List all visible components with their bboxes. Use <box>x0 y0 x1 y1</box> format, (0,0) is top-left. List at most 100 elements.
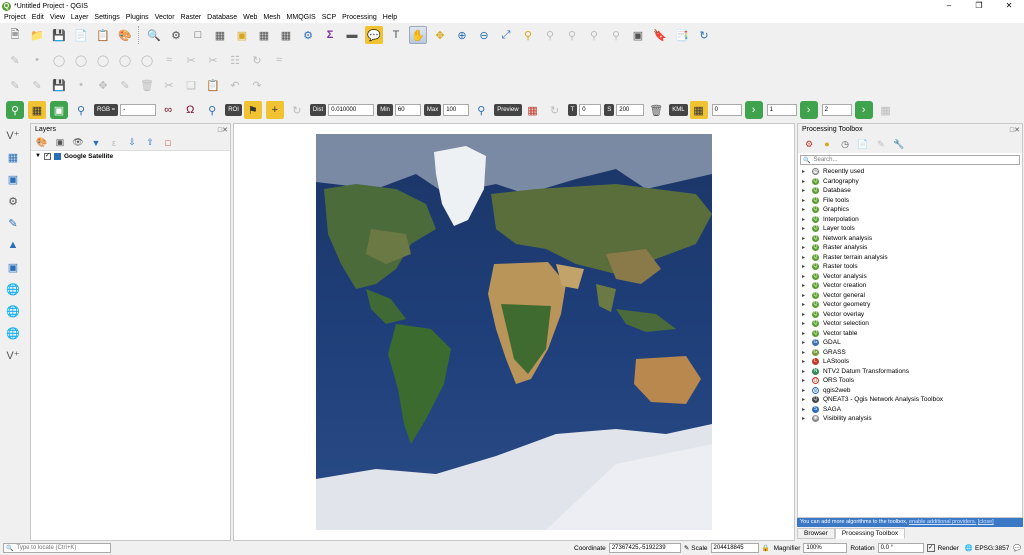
scp-grid-icon[interactable]: ▦ <box>689 101 708 119</box>
results-viewer-icon[interactable]: 📄 <box>856 137 870 151</box>
expand-arrow-icon[interactable]: ▸ <box>802 320 808 327</box>
scp-zoom-icon[interactable]: ⚲ <box>6 101 24 119</box>
expand-arrow-icon[interactable]: ▸ <box>802 216 808 223</box>
delete-part-icon[interactable]: ◯ <box>116 51 134 69</box>
expand-arrow-icon[interactable]: ▸ <box>802 235 808 242</box>
expand-arrow-icon[interactable]: ▸ <box>802 301 808 308</box>
zoom-next-icon[interactable]: ⚲ <box>607 26 625 44</box>
expand-arrow-icon[interactable]: ▸ <box>802 330 808 337</box>
toggle-editing-icon[interactable]: ✎ <box>28 76 46 94</box>
lock-scale-icon[interactable]: 🔒 <box>762 544 770 552</box>
menu-view[interactable]: View <box>50 14 65 21</box>
tree-item[interactable]: ▸ L LAStools <box>798 357 1022 367</box>
expand-all-icon[interactable]: ⇩ <box>125 136 139 150</box>
layout-manager-icon[interactable]: 📋 <box>94 26 112 44</box>
tree-item[interactable]: ▸ ◷ Recently used <box>798 167 1022 177</box>
menu-processing[interactable]: Processing <box>342 14 377 21</box>
scp-redo-preview-icon[interactable]: ↻ <box>546 101 564 119</box>
tree-item[interactable]: ▸ Q Database <box>798 186 1022 196</box>
manage-visibility-icon[interactable]: 👁 <box>71 136 85 150</box>
menu-database[interactable]: Database <box>207 14 237 21</box>
expand-arrow-icon[interactable]: ▸ <box>802 197 808 204</box>
max-input[interactable]: 100 <box>443 104 470 116</box>
reshape-icon[interactable]: ◯ <box>138 51 156 69</box>
zoom-to-selection-icon[interactable]: ⚲ <box>519 26 537 44</box>
tree-item[interactable]: ▸ Q Layer tools <box>798 224 1022 234</box>
select-features-icon[interactable]: □ <box>189 26 207 44</box>
expand-arrow-icon[interactable]: ▸ <box>802 406 808 413</box>
tree-item[interactable]: ▸ O ORS Tools <box>798 376 1022 386</box>
expand-arrow-icon[interactable]: ▸ <box>802 387 808 394</box>
menu-layer[interactable]: Layer <box>71 14 89 21</box>
merge-attributes-icon[interactable]: ☷ <box>226 51 244 69</box>
field-calculator-icon[interactable]: ▦ <box>277 26 295 44</box>
tree-item[interactable]: ▸ Q Vector selection <box>798 319 1022 329</box>
new-shapefile-icon[interactable]: V⁺ <box>4 346 22 364</box>
scp-delete-temp-icon[interactable]: 🗑 <box>647 101 665 119</box>
rotation-field[interactable]: 0.0 ° <box>877 543 924 553</box>
rotate-point-icon[interactable]: ↻ <box>248 51 266 69</box>
menu-edit[interactable]: Edit <box>32 14 44 21</box>
remove-layer-icon[interactable]: □ <box>161 136 175 150</box>
tree-item[interactable]: ▸ Q Network analysis <box>798 234 1022 244</box>
scp-show-image-icon[interactable]: ∞ <box>159 101 177 119</box>
map-tips-icon[interactable]: ⚙ <box>167 26 185 44</box>
tree-item[interactable]: ▸ Q Vector table <box>798 329 1022 339</box>
field-b-input[interactable]: 1 <box>766 104 797 116</box>
menu-raster[interactable]: Raster <box>181 14 202 21</box>
edit-features-in-place-icon[interactable]: ✎ <box>874 137 888 151</box>
open-attribute-table-icon[interactable]: ▦ <box>255 26 273 44</box>
offset-curve-icon[interactable]: ≈ <box>160 51 178 69</box>
style-manager-icon[interactable]: 🎨 <box>116 26 134 44</box>
scp-classification-preview-icon[interactable]: ▦ <box>524 101 542 119</box>
field-a-input[interactable]: 0 <box>711 104 742 116</box>
save-project-icon[interactable]: 💾 <box>50 26 68 44</box>
expand-arrow-icon[interactable]: ▸ <box>802 292 808 299</box>
add-group-icon[interactable]: ▣ <box>53 136 67 150</box>
expand-arrow-icon[interactable]: ▸ <box>802 358 808 365</box>
delete-ring-icon[interactable]: ◯ <box>94 51 112 69</box>
menu-vector[interactable]: Vector <box>155 14 175 21</box>
coordinate-field[interactable]: 27367425,-5192239 <box>608 543 681 553</box>
expand-arrow-icon[interactable]: ▸ <box>802 244 808 251</box>
scp-next-b-icon[interactable]: › <box>799 101 818 119</box>
expand-arrow-icon[interactable]: ▸ <box>802 339 808 346</box>
new-bookmark-icon[interactable]: 🔖 <box>651 26 669 44</box>
s-input[interactable]: 200 <box>616 104 645 116</box>
dist-input[interactable]: 0.010000 <box>328 104 375 116</box>
magnifier-field[interactable]: 100% <box>803 543 848 553</box>
scp-add-roi-icon[interactable]: + <box>265 101 284 119</box>
new-project-icon[interactable]: 🗎 <box>6 26 24 44</box>
menu-web[interactable]: Web <box>243 14 257 21</box>
expand-arrow-icon[interactable]: ▸ <box>802 178 808 185</box>
menu-help[interactable]: Help <box>383 14 397 21</box>
identify-features-icon[interactable]: 🔍 <box>145 26 163 44</box>
expand-arrow-icon[interactable]: ▸ <box>802 415 808 422</box>
kml-button[interactable]: KML <box>669 104 688 116</box>
open-layer-styling-icon[interactable]: 🎨 <box>35 136 49 150</box>
expand-arrow-icon[interactable]: ▸ <box>802 273 808 280</box>
expand-arrow-icon[interactable]: ▸ <box>802 368 808 375</box>
scp-next-a-icon[interactable]: › <box>744 101 763 119</box>
add-point-icon[interactable]: • <box>28 51 46 69</box>
tree-item[interactable]: ▸ Q QNEAT3 - Qgis Network Analysis Toolbox <box>798 395 1022 405</box>
history-icon[interactable]: ◷ <box>838 137 852 151</box>
measure-line-icon[interactable]: ▬ <box>343 26 361 44</box>
add-delimited-text-icon[interactable]: ⚙ <box>4 192 22 210</box>
expand-arrow-icon[interactable]: ▸ <box>802 225 808 232</box>
min-input[interactable]: 60 <box>394 104 421 116</box>
scale-field[interactable]: 204418845 <box>710 543 759 553</box>
undo-icon[interactable]: ↶ <box>226 76 244 94</box>
pan-to-selection-icon[interactable]: ✥ <box>431 26 449 44</box>
tree-item[interactable]: ▸ G GRASS <box>798 348 1022 358</box>
zoom-in-icon[interactable]: ⊕ <box>453 26 471 44</box>
tab-processing-toolbox[interactable]: Processing Toolbox <box>834 528 906 539</box>
statistical-summary-icon[interactable]: Σ <box>321 26 339 44</box>
expand-arrow-icon[interactable]: ▼ <box>35 153 41 159</box>
scp-zoom-roi-icon[interactable]: ⚲ <box>203 101 221 119</box>
tree-item[interactable]: ▸ Q Raster analysis <box>798 243 1022 253</box>
tree-item[interactable]: ▸ Q Raster terrain analysis <box>798 253 1022 263</box>
simplify-icon[interactable]: ≈ <box>270 51 288 69</box>
expand-arrow-icon[interactable]: ▸ <box>802 168 808 175</box>
text-annotation-icon[interactable]: T <box>387 26 405 44</box>
